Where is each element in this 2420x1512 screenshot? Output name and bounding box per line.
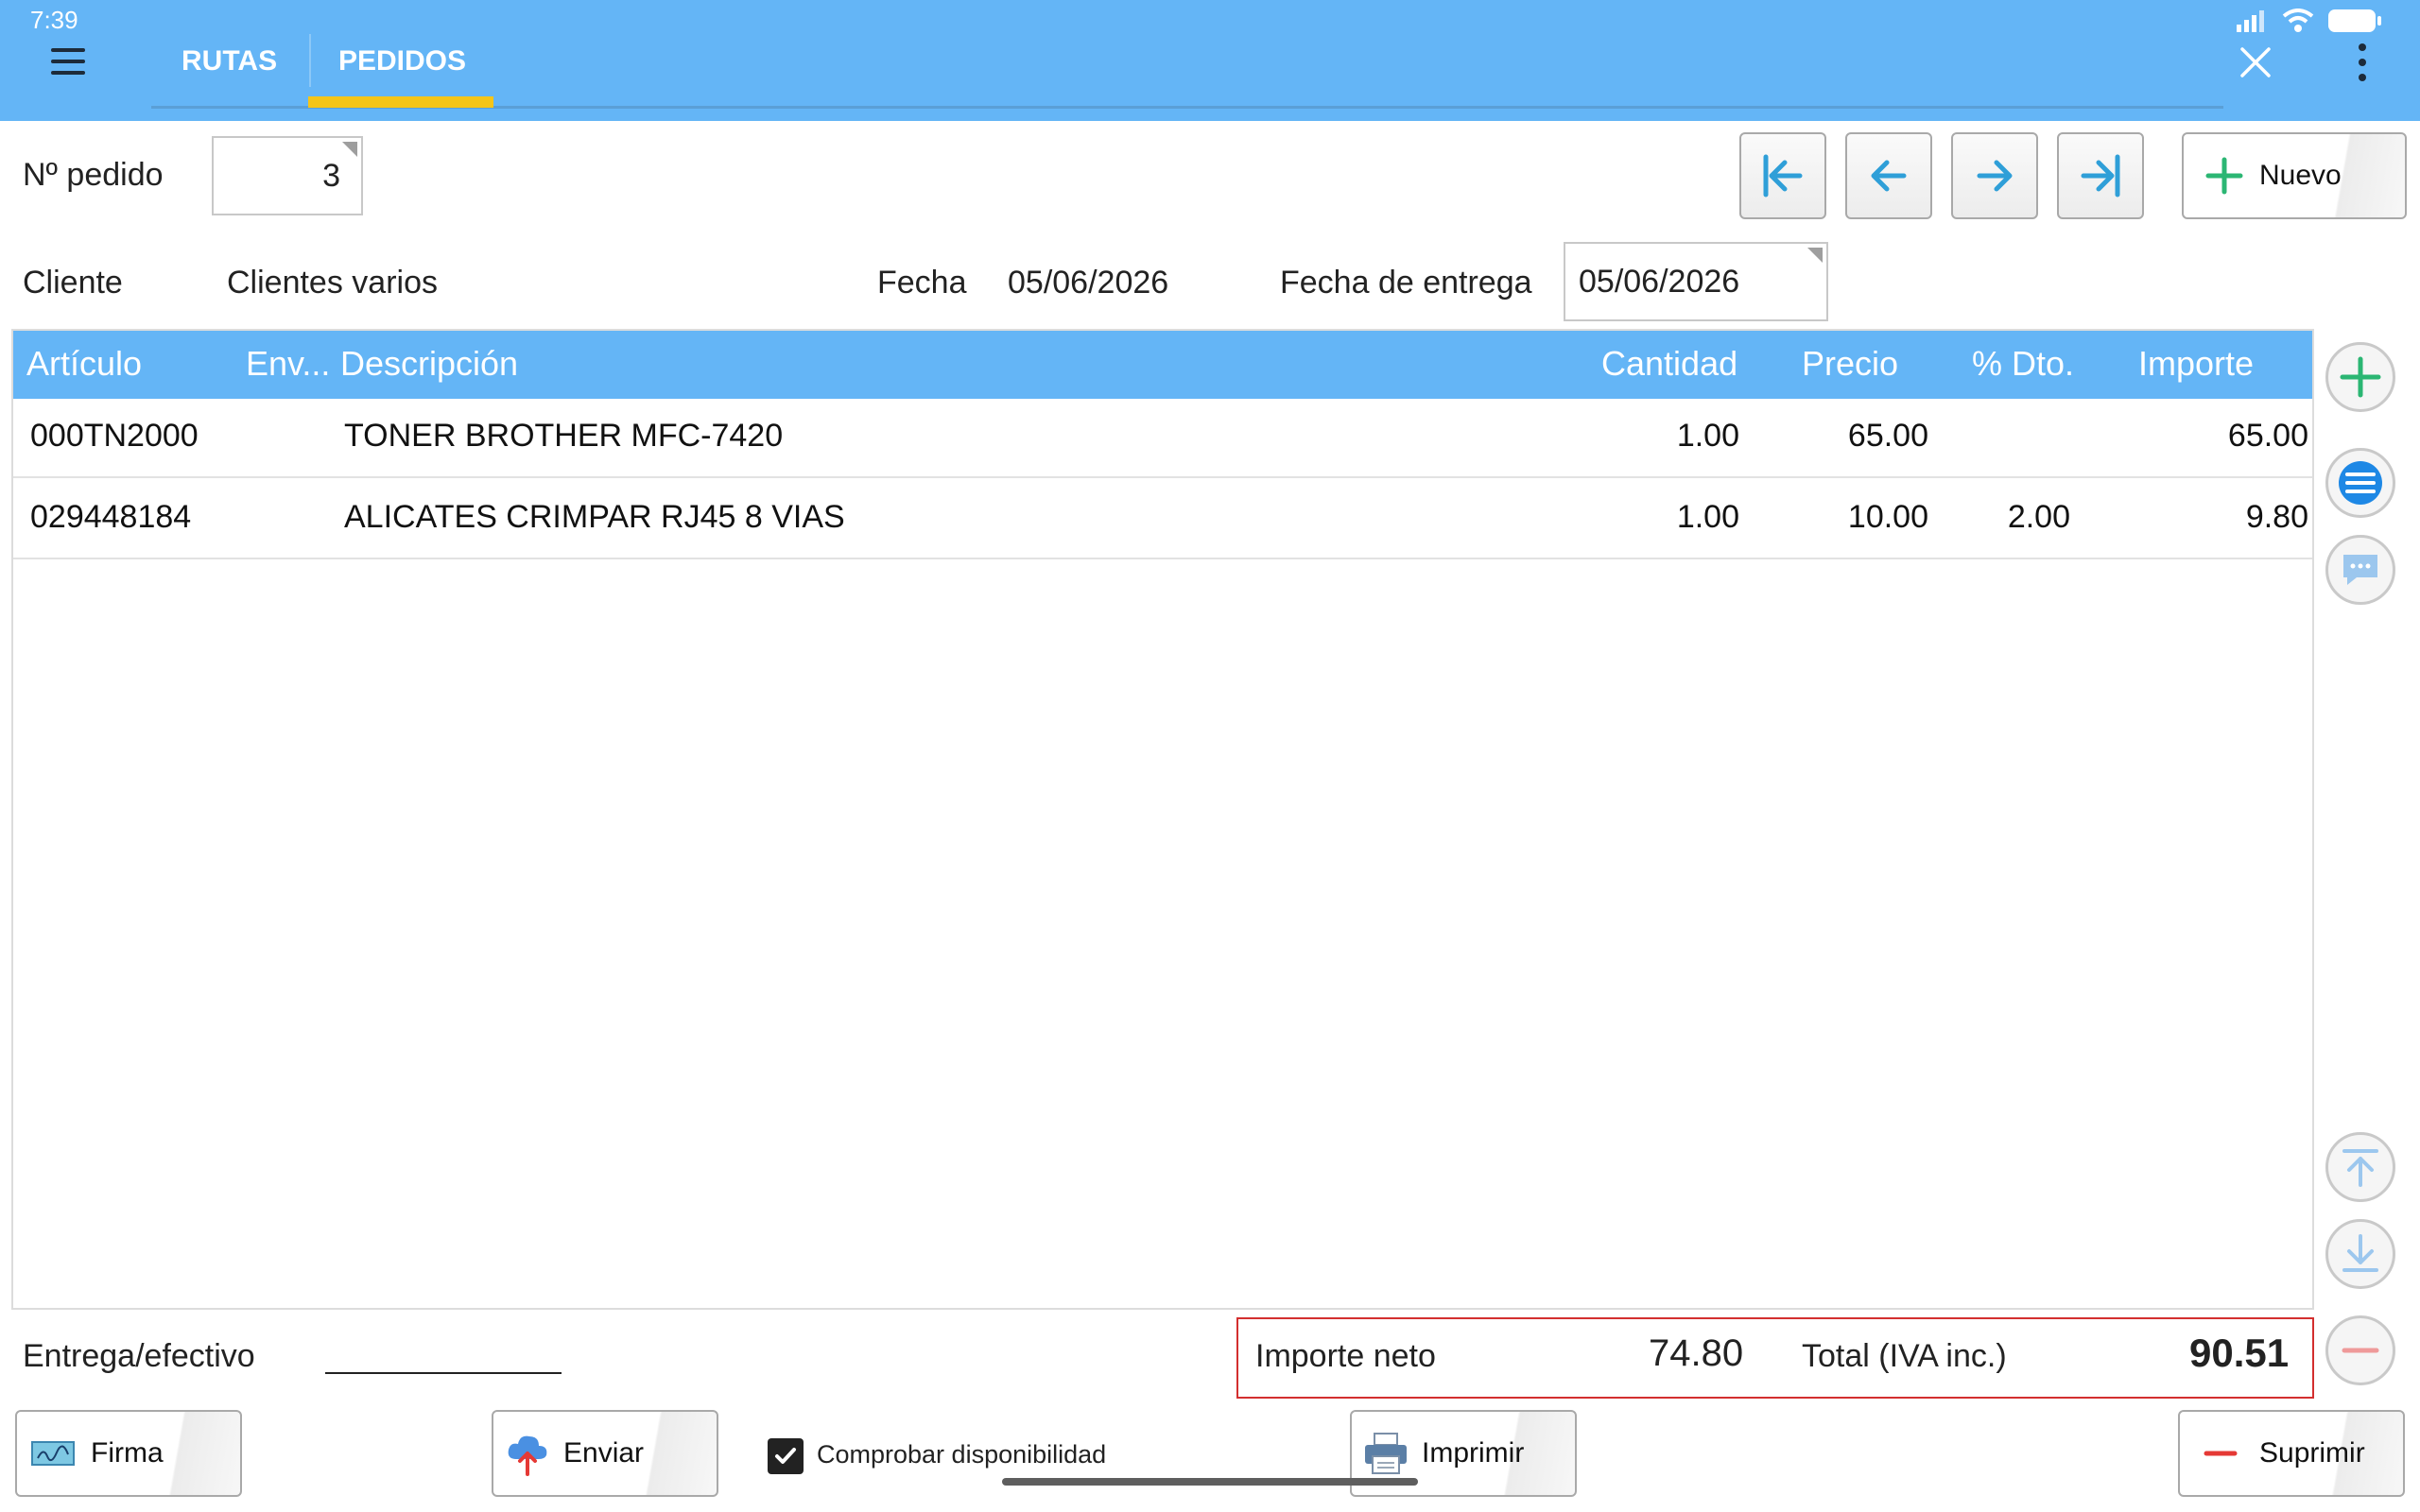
column-header-article[interactable]: Artículo: [26, 344, 142, 384]
last-page-icon: [2081, 154, 2120, 198]
plus-icon: [2205, 157, 2243, 195]
menu-button[interactable]: [42, 38, 95, 85]
column-header-description[interactable]: Descripción: [340, 344, 518, 384]
cloud-upload-icon: [508, 1435, 547, 1476]
column-header-amount[interactable]: Importe: [2138, 344, 2254, 384]
table-row[interactable]: 000TN2000 TONER BROTHER MFC-7420 1.00 65…: [13, 399, 2312, 478]
send-button[interactable]: Enviar: [492, 1410, 718, 1497]
column-header-quantity[interactable]: Cantidad: [1601, 344, 1737, 384]
scroll-top-button[interactable]: [2325, 1132, 2395, 1202]
battery-icon: [2328, 9, 2381, 32]
previous-record-button[interactable]: [1845, 132, 1932, 219]
app-bar: 7:39 RUTAS PEDIDOS: [0, 0, 2420, 121]
cell-article: 000TN2000: [30, 418, 199, 454]
send-label: Enviar: [563, 1437, 645, 1469]
arrow-right-icon: [1977, 160, 2013, 192]
order-number-value: 3: [322, 157, 340, 194]
cell-amount: 9.80: [2245, 499, 2308, 535]
availability-label: Comprobar disponibilidad: [817, 1440, 1107, 1469]
delete-label: Suprimir: [2259, 1437, 2365, 1469]
new-order-label: Nuevo: [2259, 160, 2342, 191]
first-record-button[interactable]: [1739, 132, 1826, 219]
first-page-icon: [1763, 154, 1803, 198]
signature-label: Firma: [91, 1437, 164, 1469]
tab-active-indicator: [308, 96, 493, 108]
status-time: 7:39: [30, 6, 78, 34]
next-record-button[interactable]: [1951, 132, 2038, 219]
arrow-top-icon: [2342, 1149, 2378, 1187]
table-header: Artículo Env... Descripción Cantidad Pre…: [13, 331, 2312, 399]
date-value: 05/06/2026: [1008, 265, 1169, 301]
cash-delivery-label: Entrega/efectivo: [23, 1338, 255, 1374]
column-header-discount[interactable]: % Dto.: [1972, 344, 2074, 384]
comment-button[interactable]: [2325, 535, 2395, 605]
scroll-bottom-button[interactable]: [2325, 1219, 2395, 1289]
tab-divider: [309, 34, 311, 87]
delete-button[interactable]: Suprimir: [2178, 1410, 2405, 1497]
total-label: Total (IVA inc.): [1802, 1338, 2007, 1374]
new-order-button[interactable]: Nuevo: [2182, 132, 2407, 219]
remove-line-button[interactable]: [2325, 1315, 2395, 1385]
client-value: Clientes varios: [227, 265, 438, 301]
order-number-label: Nº pedido: [23, 157, 164, 193]
column-header-price[interactable]: Precio: [1802, 344, 1898, 384]
arrow-bottom-icon: [2342, 1234, 2378, 1272]
cell-price: 10.00: [1847, 499, 1928, 535]
table-row[interactable]: 029448184 ALICATES CRIMPAR RJ45 8 VIAS 1…: [13, 480, 2312, 559]
checkmark-icon: [775, 1448, 796, 1464]
wifi-icon: [2282, 9, 2314, 32]
last-record-button[interactable]: [2057, 132, 2144, 219]
minus-icon: [2342, 1348, 2379, 1353]
client-label: Cliente: [23, 265, 123, 301]
cell-price: 65.00: [1847, 418, 1928, 454]
cell-discount: 2.00: [2007, 499, 2070, 535]
delivery-date-field[interactable]: 05/06/2026: [1564, 242, 1828, 321]
cell-description: ALICATES CRIMPAR RJ45 8 VIAS: [344, 499, 845, 535]
signal-icon: [2237, 10, 2264, 32]
net-amount-value: 74.80: [1649, 1332, 1744, 1374]
date-label: Fecha: [877, 265, 967, 301]
cell-article: 029448184: [30, 499, 192, 535]
tab-rutas[interactable]: RUTAS: [182, 32, 277, 108]
delivery-date-value: 05/06/2026: [1579, 263, 1740, 300]
home-indicator: [1002, 1478, 1418, 1486]
signature-icon: [31, 1441, 75, 1466]
order-lines-table: Artículo Env... Descripción Cantidad Pre…: [11, 329, 2314, 1310]
line-list-button[interactable]: [2325, 448, 2395, 518]
plus-icon: [2340, 356, 2381, 398]
cell-description: TONER BROTHER MFC-7420: [344, 418, 784, 454]
cash-delivery-input[interactable]: [325, 1372, 562, 1374]
availability-checkbox[interactable]: [768, 1438, 804, 1474]
list-icon: [2339, 461, 2382, 505]
total-value: 90.51: [2189, 1331, 2290, 1375]
more-options-icon[interactable]: [2348, 42, 2377, 83]
delivery-date-label: Fecha de entrega: [1280, 265, 1532, 301]
printer-icon: [1365, 1433, 1407, 1474]
minus-icon: [2204, 1451, 2238, 1456]
column-header-env[interactable]: Env...: [246, 344, 330, 384]
cell-amount: 65.00: [2227, 418, 2308, 454]
totals-panel: Importe neto 74.80 Total (IVA inc.) 90.5…: [1236, 1317, 2314, 1399]
cell-quantity: 1.00: [1676, 418, 1739, 454]
comment-icon: [2343, 555, 2377, 585]
cell-quantity: 1.00: [1676, 499, 1739, 535]
order-number-field[interactable]: 3: [212, 136, 363, 215]
signature-button[interactable]: Firma: [15, 1410, 242, 1497]
arrow-left-icon: [1871, 160, 1907, 192]
print-label: Imprimir: [1422, 1437, 1525, 1469]
net-amount-label: Importe neto: [1255, 1338, 1436, 1374]
close-icon[interactable]: [2235, 42, 2276, 83]
status-icons: [2237, 8, 2382, 34]
add-line-button[interactable]: [2325, 342, 2395, 412]
